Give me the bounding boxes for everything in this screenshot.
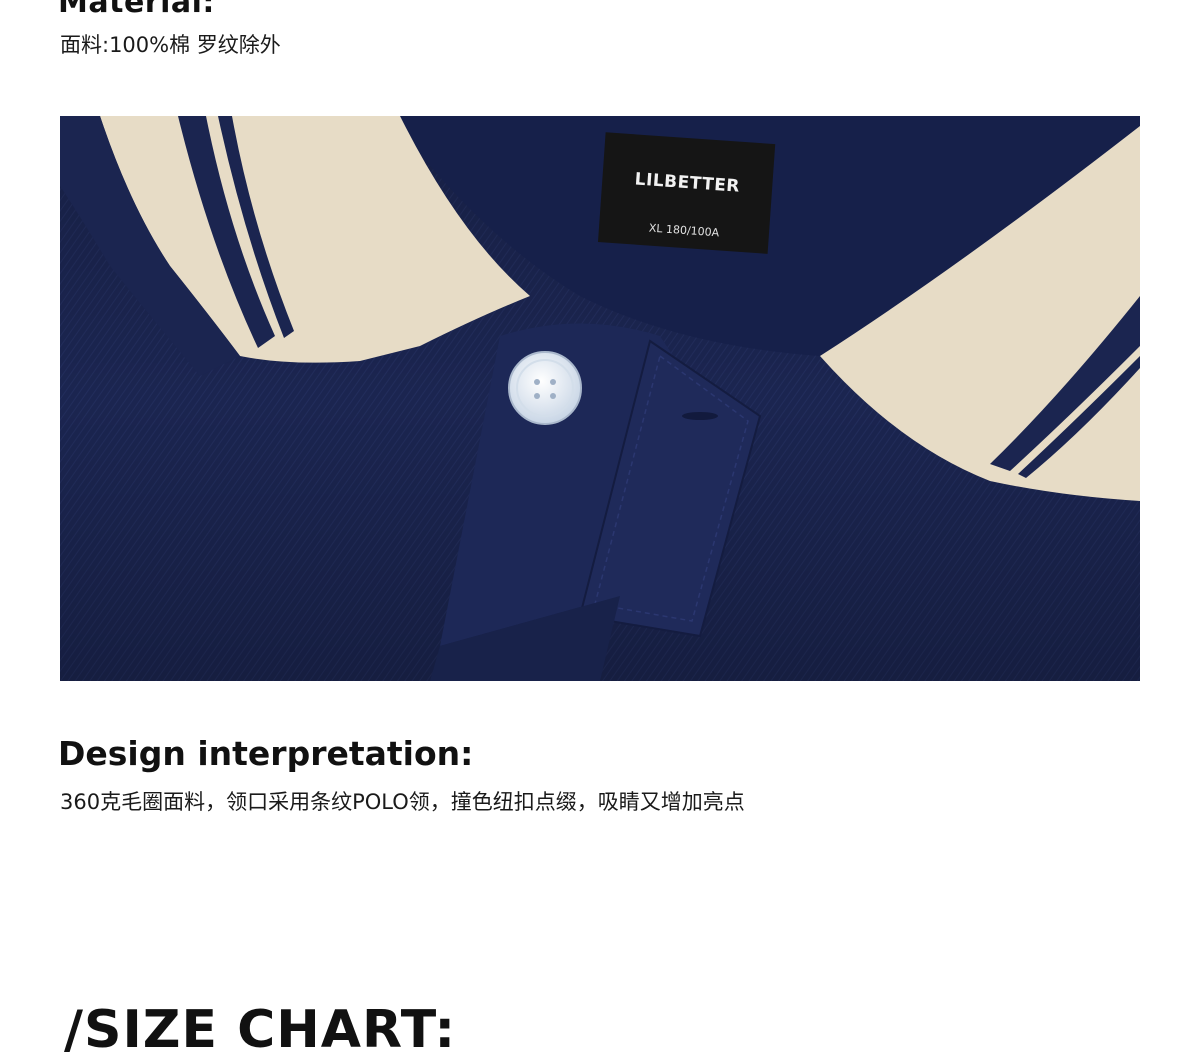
polo-collar-illustration: LILBETTER XL 180/100A bbox=[60, 116, 1140, 681]
material-description: 面料:100%棉 罗纹除外 bbox=[60, 33, 281, 57]
design-heading: Design interpretation: bbox=[58, 734, 474, 773]
buttonhole bbox=[682, 412, 718, 420]
neck-label: LILBETTER XL 180/100A bbox=[597, 132, 776, 254]
material-heading: Material: bbox=[58, 0, 215, 20]
button-icon bbox=[508, 351, 582, 425]
design-description: 360克毛圈面料，领口采用条纹POLO领，撞色纽扣点缀，吸睛又增加亮点 bbox=[60, 790, 745, 814]
product-detail-photo: LILBETTER XL 180/100A bbox=[60, 116, 1140, 681]
size-chart-heading: /SIZE CHART: bbox=[64, 1000, 457, 1060]
